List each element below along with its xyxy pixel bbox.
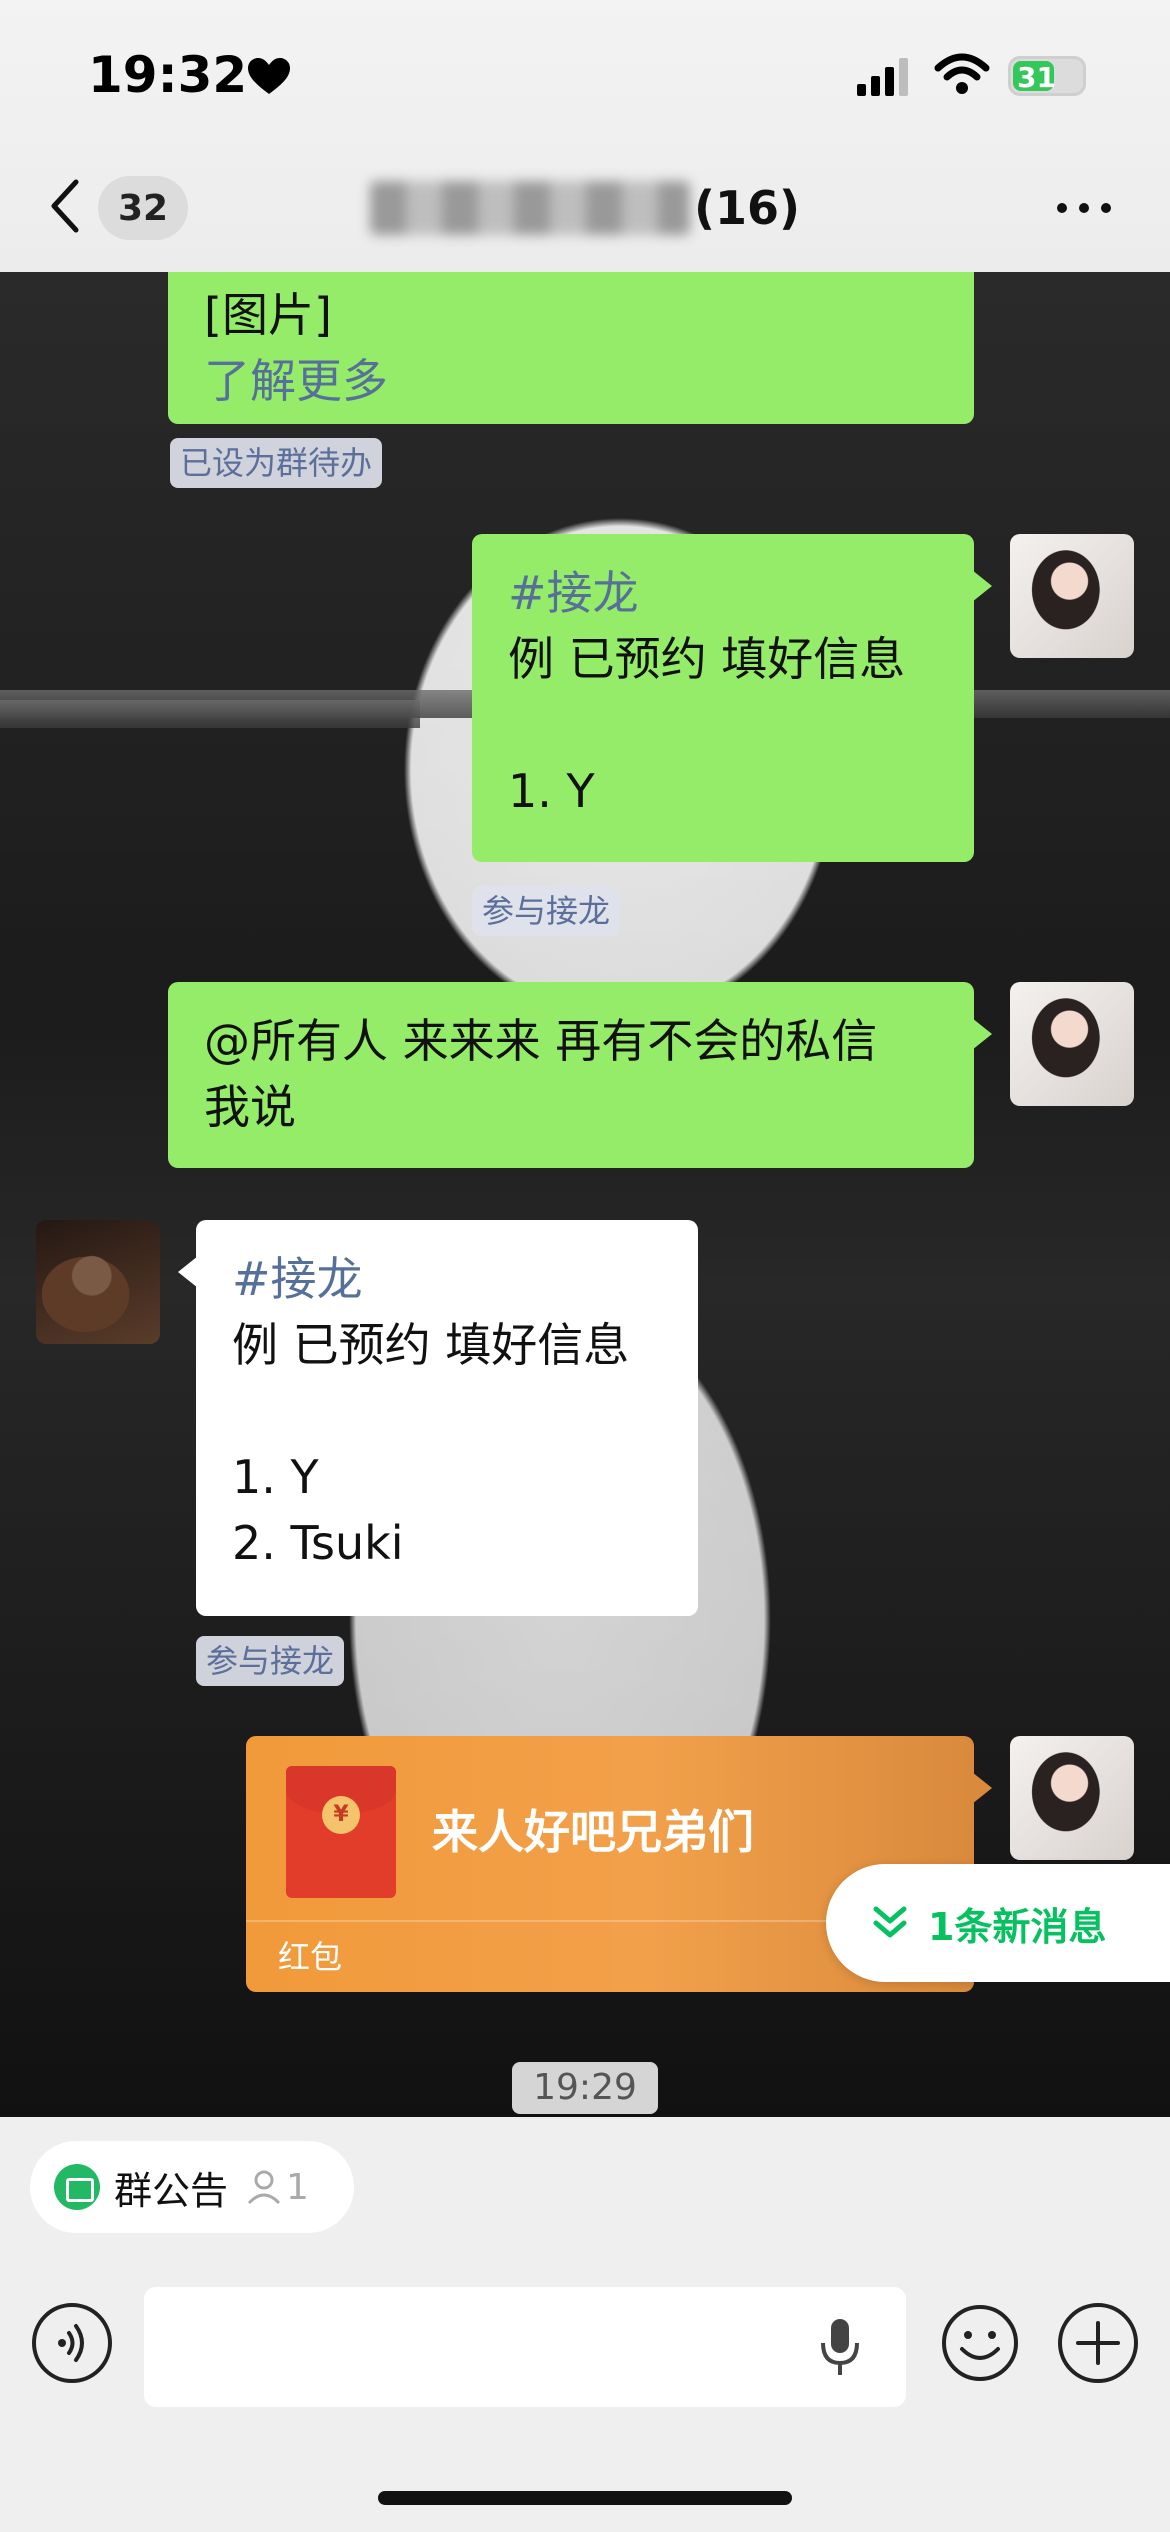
- battery-percent: 31: [1017, 61, 1056, 94]
- message-line: @所有人 来来来 再有不会的私信: [204, 1014, 878, 1068]
- red-packet-tail: [972, 1772, 992, 1804]
- message-line: [图片]: [204, 288, 332, 342]
- message-bubble[interactable]: [图片] 了解更多: [168, 272, 974, 424]
- solitaire-tag[interactable]: #接龙: [232, 1246, 662, 1312]
- group-member-count: (16): [694, 181, 801, 235]
- emoji-icon[interactable]: [940, 2303, 1020, 2383]
- message-bubble[interactable]: @所有人 来来来 再有不会的私信 我说: [168, 982, 992, 1168]
- group-title[interactable]: (16): [370, 176, 800, 240]
- double-chevron-down-icon: [873, 1906, 907, 1938]
- message-line: 1. Y: [232, 1450, 319, 1504]
- red-packet-title: 来人好吧兄弟们: [432, 1805, 754, 1859]
- blurred-group-name: [370, 181, 690, 235]
- heart-icon: [248, 58, 290, 94]
- more-options-icon[interactable]: [1054, 198, 1114, 218]
- unread-count-badge[interactable]: 32: [98, 176, 188, 240]
- chat-area[interactable]: [图片] 了解更多 已设为群待办 #接龙 例 已预约 填好信息 1. Y 参与接…: [0, 272, 1170, 2117]
- group-notice-label: 群公告: [114, 2168, 229, 2213]
- voice-toggle-button[interactable]: [32, 2303, 112, 2383]
- signal-icon: [857, 58, 908, 96]
- back-arrow-icon[interactable]: [48, 178, 82, 234]
- member-avatar[interactable]: [36, 1220, 160, 1344]
- bottom-panel: 群公告 1: [0, 2117, 1170, 2532]
- message-bubble[interactable]: #接龙 例 已预约 填好信息 1. Y 2. Tsuki: [178, 1220, 698, 1616]
- person-icon: [247, 2170, 281, 2205]
- notice-read-count: 1: [286, 2166, 309, 2208]
- battery-charging-icon: 31: [1008, 56, 1086, 96]
- message-line: 例 已预约 填好信息: [232, 1318, 630, 1372]
- new-message-button[interactable]: 1条新消息: [826, 1864, 1170, 1982]
- plus-icon: [1076, 2321, 1120, 2365]
- join-solitaire-chip[interactable]: 参与接龙: [472, 886, 621, 936]
- solitaire-tag[interactable]: #接龙: [508, 560, 938, 626]
- more-functions-button[interactable]: [1058, 2303, 1138, 2383]
- message-input[interactable]: [144, 2287, 906, 2407]
- message-timestamp: 19:29: [512, 2062, 658, 2114]
- join-solitaire-chip[interactable]: 参与接龙: [196, 1636, 345, 1686]
- my-avatar[interactable]: [1010, 982, 1134, 1106]
- message-bubble[interactable]: #接龙 例 已预约 填好信息 1. Y: [472, 534, 992, 862]
- message-line: 2. Tsuki: [232, 1516, 404, 1570]
- my-avatar[interactable]: [1010, 534, 1134, 658]
- group-todo-chip[interactable]: 已设为群待办: [170, 438, 383, 488]
- wifi-icon: [934, 53, 990, 94]
- red-envelope-icon: ¥: [286, 1766, 396, 1898]
- notice-icon: [54, 2164, 100, 2210]
- message-line: 我说: [204, 1080, 296, 1134]
- message-line: 例 已预约 填好信息: [508, 632, 906, 686]
- home-indicator: [378, 2491, 792, 2505]
- mic-icon[interactable]: [818, 2317, 862, 2377]
- message-line: 1. Y: [508, 764, 595, 818]
- top-bar: 19:32 31 32 (16): [0, 0, 1170, 272]
- red-packet-label: 红包: [278, 1938, 343, 1976]
- coin-icon: ¥: [322, 1796, 360, 1834]
- status-time: 19:32: [88, 46, 248, 104]
- my-avatar[interactable]: [1010, 1736, 1134, 1860]
- voice-icon: [58, 2324, 84, 2362]
- group-notice-button[interactable]: 群公告 1: [30, 2141, 354, 2233]
- new-message-label: 1条新消息: [928, 1904, 1107, 1949]
- learn-more-link[interactable]: 了解更多: [204, 348, 938, 414]
